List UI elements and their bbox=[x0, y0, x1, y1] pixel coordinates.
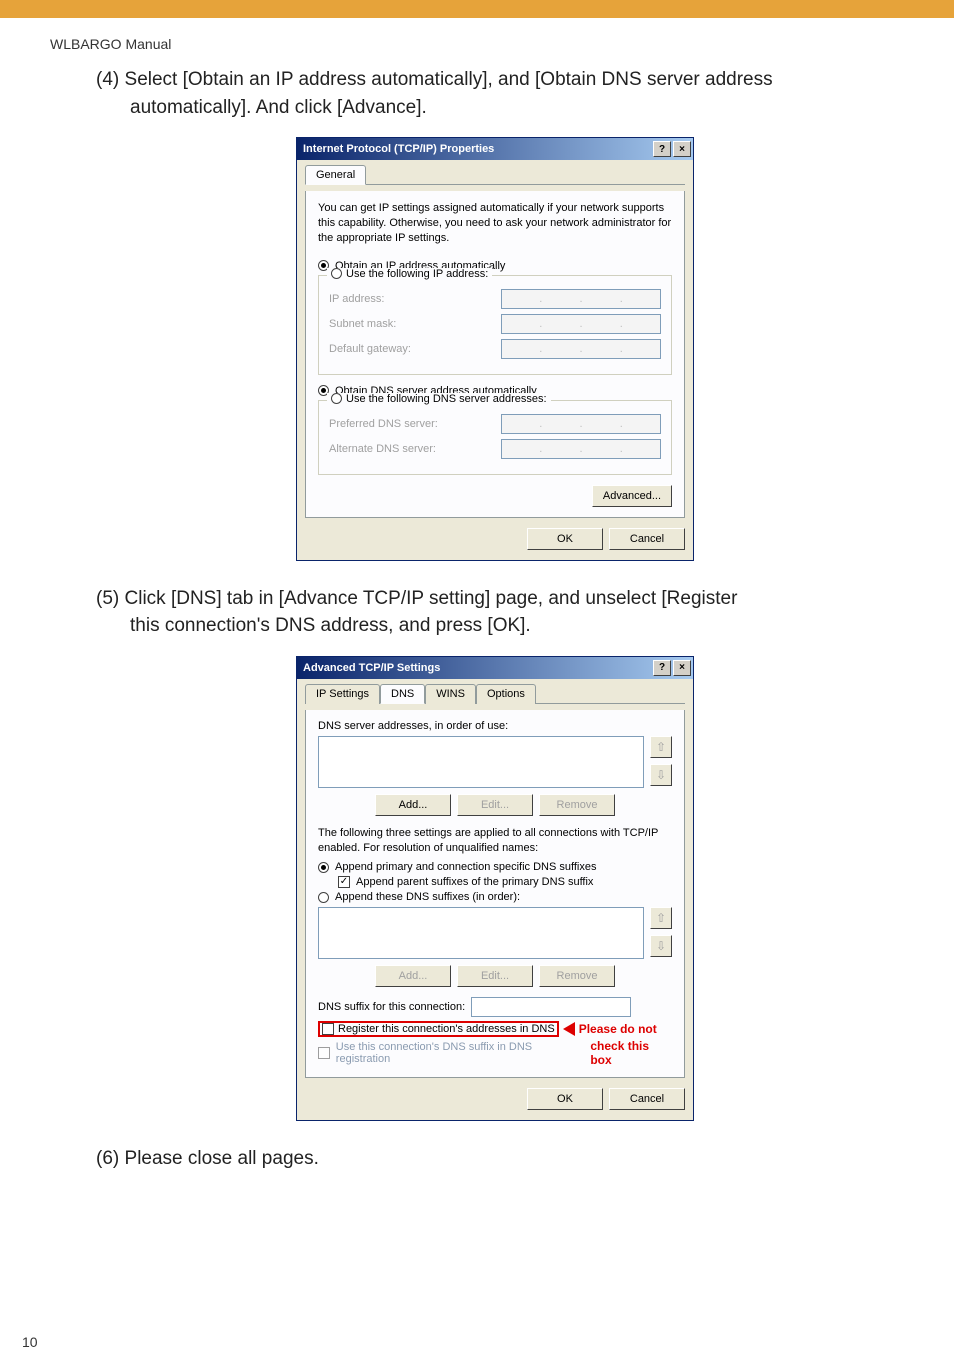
close-button[interactable]: × bbox=[673, 141, 691, 157]
advanced-button[interactable]: Advanced... bbox=[592, 485, 672, 507]
step-5-num: (5) bbox=[96, 588, 119, 609]
dialog-title: Advanced TCP/IP Settings bbox=[303, 662, 651, 674]
intro-text: You can get IP settings assigned automat… bbox=[318, 201, 672, 246]
advanced-tcpip-dialog: Advanced TCP/IP Settings ? × IP Settings… bbox=[296, 656, 694, 1122]
step-4: (4) Select [Obtain an IP address automat… bbox=[96, 66, 894, 121]
step-6: (6) Please close all pages. bbox=[96, 1145, 894, 1173]
titlebar: Advanced TCP/IP Settings ? × bbox=[297, 657, 693, 679]
radio-append-these[interactable]: Append these DNS suffixes (in order): bbox=[318, 891, 672, 903]
radio-use-ip[interactable]: Use the following IP address: bbox=[327, 268, 492, 280]
step-4-line1: Select [Obtain an IP address automatical… bbox=[125, 69, 773, 90]
cancel-button[interactable]: Cancel bbox=[609, 1088, 685, 1110]
move-down-button[interactable]: ⇩ bbox=[650, 764, 672, 786]
annotation-line1: Please do not bbox=[579, 1022, 657, 1036]
tab-options[interactable]: Options bbox=[476, 684, 536, 704]
label-preferred-dns: Preferred DNS server: bbox=[329, 418, 501, 430]
step-4-line2: automatically]. And click [Advance]. bbox=[96, 94, 894, 122]
radio-append-primary[interactable]: Append primary and connection specific D… bbox=[318, 861, 672, 873]
preferred-dns-field: ... bbox=[501, 414, 661, 434]
radio-icon bbox=[331, 393, 342, 404]
edit-button-2: Edit... bbox=[457, 965, 533, 987]
arrow-left-icon bbox=[563, 1022, 575, 1036]
checkbox-label: Register this connection's addresses in … bbox=[338, 1023, 555, 1035]
step-4-num: (4) bbox=[96, 69, 119, 90]
tab-row: IP Settings DNS WINS Options bbox=[305, 683, 685, 704]
radio-icon bbox=[318, 892, 329, 903]
checkbox-label: Append parent suffixes of the primary DN… bbox=[356, 876, 593, 888]
radio-icon bbox=[318, 862, 329, 873]
edit-button[interactable]: Edit... bbox=[457, 794, 533, 816]
radio-label: Append these DNS suffixes (in order): bbox=[335, 891, 520, 903]
label-alternate-dns: Alternate DNS server: bbox=[329, 443, 501, 455]
step-5: (5) Click [DNS] tab in [Advance TCP/IP s… bbox=[96, 585, 894, 640]
dns-suffix-listbox bbox=[318, 907, 644, 959]
tab-ip-settings[interactable]: IP Settings bbox=[305, 684, 380, 704]
default-gateway-field: ... bbox=[501, 339, 661, 359]
ok-button[interactable]: OK bbox=[527, 528, 603, 550]
radio-icon bbox=[331, 268, 342, 279]
radio-label: Append primary and connection specific D… bbox=[335, 861, 597, 873]
titlebar: Internet Protocol (TCP/IP) Properties ? … bbox=[297, 138, 693, 160]
label-dns-order: DNS server addresses, in order of use: bbox=[318, 720, 672, 732]
checkbox-use-suffix-label: Use this connection's DNS suffix in DNS … bbox=[336, 1041, 585, 1065]
ip-address-field: ... bbox=[501, 289, 661, 309]
dialog-title: Internet Protocol (TCP/IP) Properties bbox=[303, 143, 651, 155]
checkbox-icon bbox=[322, 1023, 334, 1035]
subnet-mask-field: ... bbox=[501, 314, 661, 334]
step-6-num: (6) bbox=[96, 1148, 119, 1169]
move-down-button-2: ⇩ bbox=[650, 935, 672, 957]
checkbox-append-parent[interactable]: Append parent suffixes of the primary DN… bbox=[338, 876, 672, 888]
dns-server-listbox[interactable] bbox=[318, 736, 644, 788]
top-stripe bbox=[0, 0, 954, 18]
page-number: 10 bbox=[22, 1334, 38, 1350]
radio-label: Use the following DNS server addresses: bbox=[346, 393, 547, 405]
radio-label: Use the following IP address: bbox=[346, 268, 488, 280]
label-ip-address: IP address: bbox=[329, 293, 501, 305]
label-default-gateway: Default gateway: bbox=[329, 343, 501, 355]
add-button[interactable]: Add... bbox=[375, 794, 451, 816]
help-button[interactable]: ? bbox=[653, 141, 671, 157]
label-subnet-mask: Subnet mask: bbox=[329, 318, 501, 330]
step-5-line2: this connection's DNS address, and press… bbox=[96, 612, 894, 640]
checkbox-icon bbox=[338, 876, 350, 888]
checkbox-use-suffix-icon bbox=[318, 1047, 330, 1059]
move-up-button-2: ⇧ bbox=[650, 907, 672, 929]
ip-group: Use the following IP address: IP address… bbox=[318, 275, 672, 375]
tcpip-properties-dialog: Internet Protocol (TCP/IP) Properties ? … bbox=[296, 137, 694, 561]
dns-group: Use the following DNS server addresses: … bbox=[318, 400, 672, 475]
step-6-text: Please close all pages. bbox=[125, 1148, 319, 1169]
label-three-settings: The following three settings are applied… bbox=[318, 826, 672, 856]
radio-use-dns[interactable]: Use the following DNS server addresses: bbox=[327, 393, 551, 405]
cancel-button[interactable]: Cancel bbox=[609, 528, 685, 550]
dns-suffix-input[interactable] bbox=[471, 997, 631, 1017]
tab-wins[interactable]: WINS bbox=[425, 684, 476, 704]
annotation-line2: check this box bbox=[590, 1039, 672, 1067]
alternate-dns-field: ... bbox=[501, 439, 661, 459]
tab-row: General bbox=[305, 164, 685, 185]
checkbox-register-dns[interactable]: Register this connection's addresses in … bbox=[318, 1021, 559, 1037]
add-button-2: Add... bbox=[375, 965, 451, 987]
page-footer: 10 bbox=[22, 1334, 954, 1350]
remove-button-2: Remove bbox=[539, 965, 615, 987]
help-button[interactable]: ? bbox=[653, 660, 671, 676]
label-dns-suffix: DNS suffix for this connection: bbox=[318, 1001, 465, 1013]
ok-button[interactable]: OK bbox=[527, 1088, 603, 1110]
tab-general[interactable]: General bbox=[305, 165, 366, 185]
move-up-button[interactable]: ⇧ bbox=[650, 736, 672, 758]
tab-dns[interactable]: DNS bbox=[380, 684, 425, 704]
step-5-line1: Click [DNS] tab in [Advance TCP/IP setti… bbox=[125, 588, 738, 609]
close-button[interactable]: × bbox=[673, 660, 691, 676]
manual-header: WLBARGO Manual bbox=[0, 18, 954, 52]
remove-button[interactable]: Remove bbox=[539, 794, 615, 816]
